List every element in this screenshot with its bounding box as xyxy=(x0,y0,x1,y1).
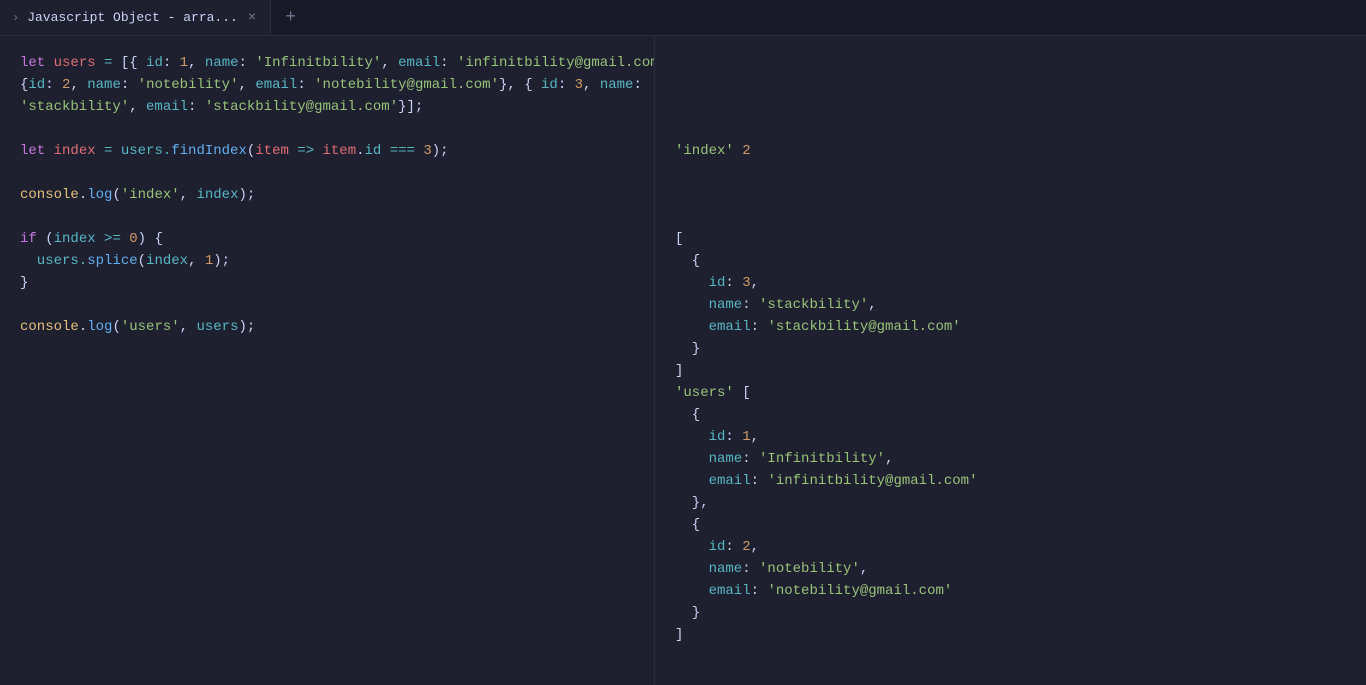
code-editor-pane[interactable]: let users = [{ id: 1, name: 'Infinitbili… xyxy=(0,36,655,685)
chevron-right-icon: › xyxy=(12,11,19,25)
new-tab-button[interactable]: + xyxy=(271,8,310,28)
tab-bar: › Javascript Object - arra... × + xyxy=(0,0,1366,36)
editor-content: let users = [{ id: 1, name: 'Infinitbili… xyxy=(0,36,1366,685)
output-pane[interactable]: 'index' 2 [ { id: 3, name: 'stackbility'… xyxy=(655,36,1366,685)
file-tab[interactable]: › Javascript Object - arra... × xyxy=(0,0,271,35)
tab-title: Javascript Object - arra... xyxy=(27,10,238,25)
close-tab-icon[interactable]: × xyxy=(246,10,258,26)
